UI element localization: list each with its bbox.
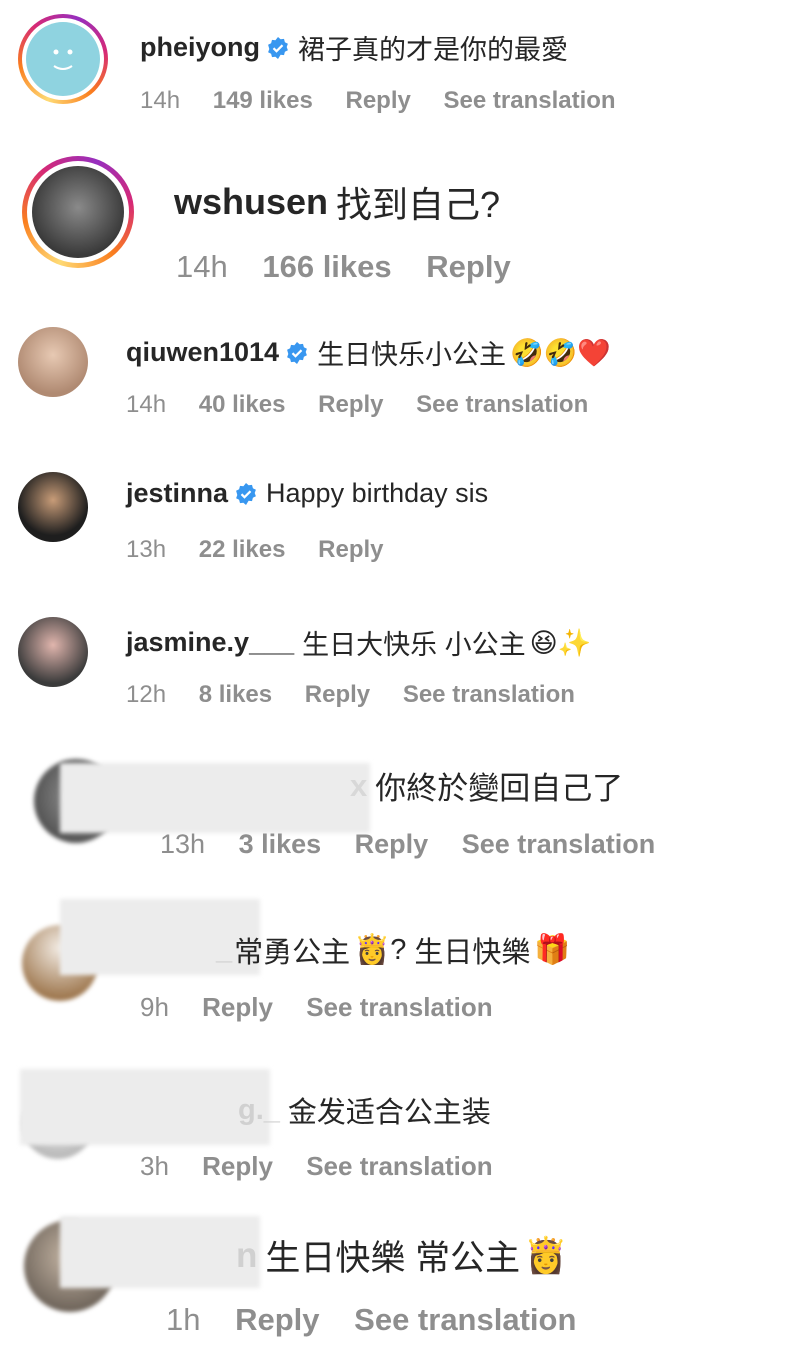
comment-item: jasmine.y___ 生日大快乐 小公主 😆✨ 12h 8 likes Re…: [0, 605, 800, 735]
reply-button[interactable]: Reply: [355, 829, 429, 859]
comment-text: Happy birthday sis: [266, 478, 489, 508]
verified-badge-icon: [268, 36, 288, 59]
redacted-username: [20, 1069, 270, 1145]
likes-count[interactable]: 149 likes: [213, 87, 313, 114]
gift-emoji-icon: 🎁: [534, 934, 571, 966]
see-translation-link[interactable]: See translation: [306, 1151, 492, 1181]
timestamp: 3h: [140, 1151, 169, 1181]
laughing-sparkles-emoji-icon: 😆✨: [529, 627, 592, 658]
see-translation-link[interactable]: See translation: [403, 681, 575, 708]
username[interactable]: jestinna: [126, 478, 228, 509]
reply-button[interactable]: Reply: [235, 1302, 319, 1337]
see-translation-link[interactable]: See translation: [416, 391, 588, 418]
username[interactable]: _: [216, 934, 232, 967]
smiley-avatar-icon: [53, 49, 73, 70]
timestamp: 14h: [126, 391, 167, 418]
reply-button[interactable]: Reply: [345, 87, 410, 114]
timestamp: 13h: [160, 829, 206, 859]
comment-item: wshusen 找到自己? 14h 166 likes Reply: [0, 140, 800, 310]
story-ring[interactable]: [18, 14, 108, 104]
username[interactable]: g._: [238, 1094, 280, 1127]
avatar[interactable]: [18, 327, 88, 397]
comment-item: jestinna Happy birthday sis 13h 22 likes…: [0, 460, 800, 590]
timestamp: 13h: [126, 536, 167, 563]
comment-text: 常勇公主: [234, 937, 351, 969]
reply-button[interactable]: Reply: [305, 681, 370, 708]
comment-text: 金发适合公主装: [287, 1097, 491, 1129]
princess-emoji-icon: 👸?: [354, 934, 407, 966]
see-translation-link[interactable]: See translation: [306, 992, 492, 1022]
verified-badge-icon: [236, 482, 256, 505]
story-ring[interactable]: [22, 156, 134, 268]
comment-item: pheiyong 裙子真的才是你的最愛 14h 149 likes Reply …: [0, 0, 800, 130]
see-translation-link[interactable]: See translation: [462, 829, 656, 859]
username[interactable]: x: [350, 768, 367, 804]
likes-count[interactable]: 22 likes: [199, 536, 286, 563]
username[interactable]: pheiyong: [140, 32, 260, 63]
redacted-username: [60, 763, 370, 833]
comment-text: 找到自己?: [336, 184, 501, 225]
comment-text: 生日快乐小公主: [317, 340, 507, 370]
likes-count[interactable]: 166 likes: [262, 249, 391, 284]
redacted-username: [60, 1216, 260, 1288]
verified-badge-icon: [287, 341, 307, 364]
timestamp: 14h: [176, 249, 228, 284]
princess-emoji-icon: 👸: [524, 1236, 568, 1275]
reply-button[interactable]: Reply: [426, 249, 510, 284]
avatar[interactable]: [26, 22, 100, 96]
see-translation-link[interactable]: See translation: [444, 87, 616, 114]
comment-item: g._ 金发适合公主装 3h Reply See translation: [0, 1065, 800, 1205]
comment-text-2: 生日快樂: [414, 937, 531, 969]
username[interactable]: wshusen: [174, 181, 328, 223]
likes-count[interactable]: 8 likes: [199, 681, 272, 708]
reply-button[interactable]: Reply: [318, 536, 383, 563]
comment-text: 你終於變回自己了: [375, 771, 624, 806]
timestamp: 14h: [140, 87, 181, 114]
comment-text: 裙子真的才是你的最愛: [298, 35, 568, 65]
comment-item: qiuwen1014 生日快乐小公主 🤣🤣❤️ 14h 40 likes Rep…: [0, 315, 800, 445]
reply-button[interactable]: Reply: [202, 1151, 273, 1181]
username[interactable]: jasmine.y___: [126, 627, 294, 658]
comment-text: 生日快樂 常公主: [265, 1239, 521, 1278]
timestamp: 12h: [126, 681, 167, 708]
avatar[interactable]: [18, 472, 88, 542]
username[interactable]: qiuwen1014: [126, 337, 279, 368]
avatar[interactable]: [18, 617, 88, 687]
timestamp: 9h: [140, 992, 169, 1022]
username[interactable]: n: [236, 1236, 257, 1276]
likes-count[interactable]: 3 likes: [239, 829, 322, 859]
avatar[interactable]: [32, 166, 124, 258]
reply-button[interactable]: Reply: [318, 391, 383, 418]
comment-item: n 生日快樂 常公主 👸 1h Reply See translation: [0, 1210, 800, 1367]
reply-button[interactable]: Reply: [202, 992, 273, 1022]
comment-text: 生日大快乐 小公主: [302, 630, 526, 660]
comment-item: _ 常勇公主 👸? 生日快樂 🎁 9h Reply See translatio…: [0, 895, 800, 1045]
rofl-heart-emoji-icon: 🤣🤣❤️: [510, 337, 611, 368]
timestamp: 1h: [166, 1302, 201, 1337]
comment-item: x 你終於變回自己了 13h 3 likes Reply See transla…: [0, 745, 800, 885]
see-translation-link[interactable]: See translation: [354, 1302, 576, 1337]
likes-count[interactable]: 40 likes: [199, 391, 286, 418]
